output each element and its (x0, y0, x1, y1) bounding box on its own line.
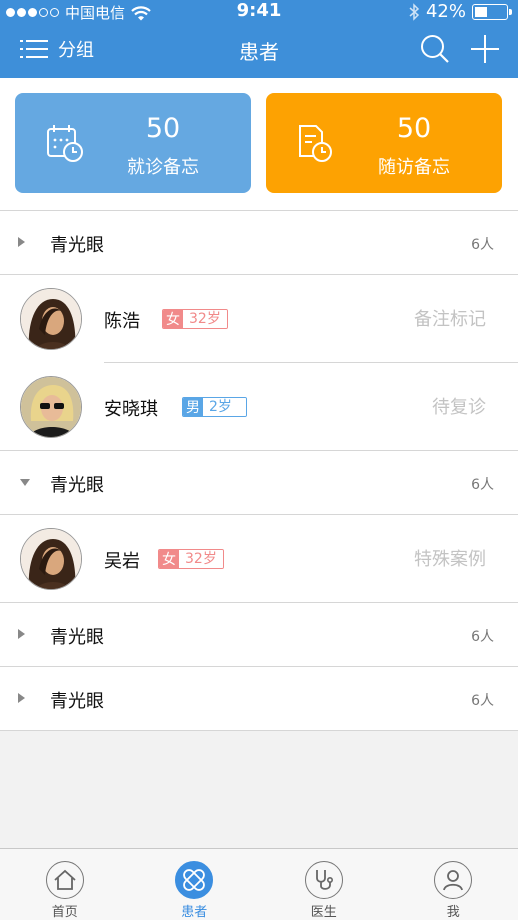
group-count: 6人 (471, 693, 494, 709)
bandage-icon (175, 861, 214, 899)
collapsed-arrow-icon (18, 629, 25, 639)
gender-label: 女 (163, 310, 183, 328)
app-header: 中国电信 9:41 42% 分组 患者 (0, 0, 518, 78)
avatar (20, 376, 82, 438)
battery-percent: 42% (425, 1, 466, 22)
group-name: 青光眼 (50, 235, 104, 256)
gender-label: 女 (159, 550, 179, 568)
search-button[interactable] (420, 34, 450, 68)
group-header[interactable]: 青光眼 6人 (0, 211, 518, 275)
group-header[interactable]: 青光眼 6人 (0, 603, 518, 667)
patient-row[interactable]: 吴岩 女 32岁 特殊案例 (0, 515, 518, 603)
collapsed-arrow-icon (18, 237, 25, 247)
group-count: 6人 (471, 237, 494, 253)
battery-icon (472, 3, 512, 20)
followup-memo-count: 50 (396, 113, 432, 144)
bluetooth-icon (409, 2, 420, 21)
patient-name: 陈浩 (104, 311, 140, 332)
add-button[interactable] (470, 34, 500, 68)
patient-note: 特殊案例 (414, 549, 486, 570)
age-label: 32岁 (179, 550, 223, 568)
memo-cards: 50 就诊备忘 50 随访备忘 (0, 78, 518, 210)
group-name: 青光眼 (50, 691, 104, 712)
visit-memo-card[interactable]: 50 就诊备忘 (15, 93, 251, 193)
expanded-arrow-icon (20, 479, 30, 486)
gender-age-tag: 女 32岁 (162, 309, 228, 329)
patient-row[interactable]: 安晓琪 男 2岁 待复诊 (0, 363, 518, 451)
group-count: 6人 (471, 477, 494, 493)
tab-label: 医生 (310, 905, 337, 920)
avatar (20, 528, 82, 590)
tab-patients[interactable]: 患者 (130, 849, 260, 920)
gender-age-tag: 女 32岁 (158, 549, 224, 569)
user-icon (434, 861, 473, 899)
plus-icon (471, 35, 499, 63)
followup-memo-label: 随访备忘 (378, 157, 450, 178)
visit-memo-count: 50 (145, 113, 181, 144)
gender-label: 男 (183, 398, 203, 416)
home-icon (45, 861, 84, 899)
collapsed-arrow-icon (18, 693, 25, 703)
group-header[interactable]: 青光眼 6人 (0, 667, 518, 731)
avatar (20, 288, 82, 350)
patient-row[interactable]: 陈浩 女 32岁 备注标记 (0, 275, 518, 363)
group-name: 青光眼 (50, 475, 104, 496)
patient-name: 吴岩 (104, 551, 140, 572)
tab-doctors[interactable]: 医生 (259, 849, 389, 920)
status-bar: 中国电信 9:41 42% (0, 0, 518, 24)
tab-label: 我 (446, 905, 460, 920)
nav-bar: 分组 患者 (0, 24, 518, 78)
tab-home[interactable]: 首页 (0, 849, 130, 920)
group-header[interactable]: 青光眼 6人 (0, 451, 518, 515)
search-icon (421, 35, 449, 63)
group-name: 青光眼 (50, 627, 104, 648)
tab-label: 患者 (181, 905, 208, 920)
patient-note: 待复诊 (432, 397, 486, 418)
age-label: 32岁 (183, 310, 227, 328)
group-count: 6人 (471, 629, 494, 645)
followup-memo-card[interactable]: 50 随访备忘 (266, 93, 502, 193)
gender-age-tag: 男 2岁 (182, 397, 247, 417)
patient-group-list: 青光眼 6人 陈浩 女 32岁 备注标记 安晓琪 男 2岁 待复诊 青光眼 6人… (0, 210, 518, 731)
tab-bar: 首页 患者 医生 我 (0, 848, 518, 920)
patient-name: 安晓琪 (104, 399, 158, 420)
age-label: 2岁 (203, 398, 246, 416)
tab-label: 首页 (51, 905, 78, 920)
patient-note: 备注标记 (414, 309, 486, 330)
visit-memo-label: 就诊备忘 (127, 157, 199, 178)
stethoscope-icon (304, 861, 343, 899)
tab-me[interactable]: 我 (389, 849, 518, 920)
